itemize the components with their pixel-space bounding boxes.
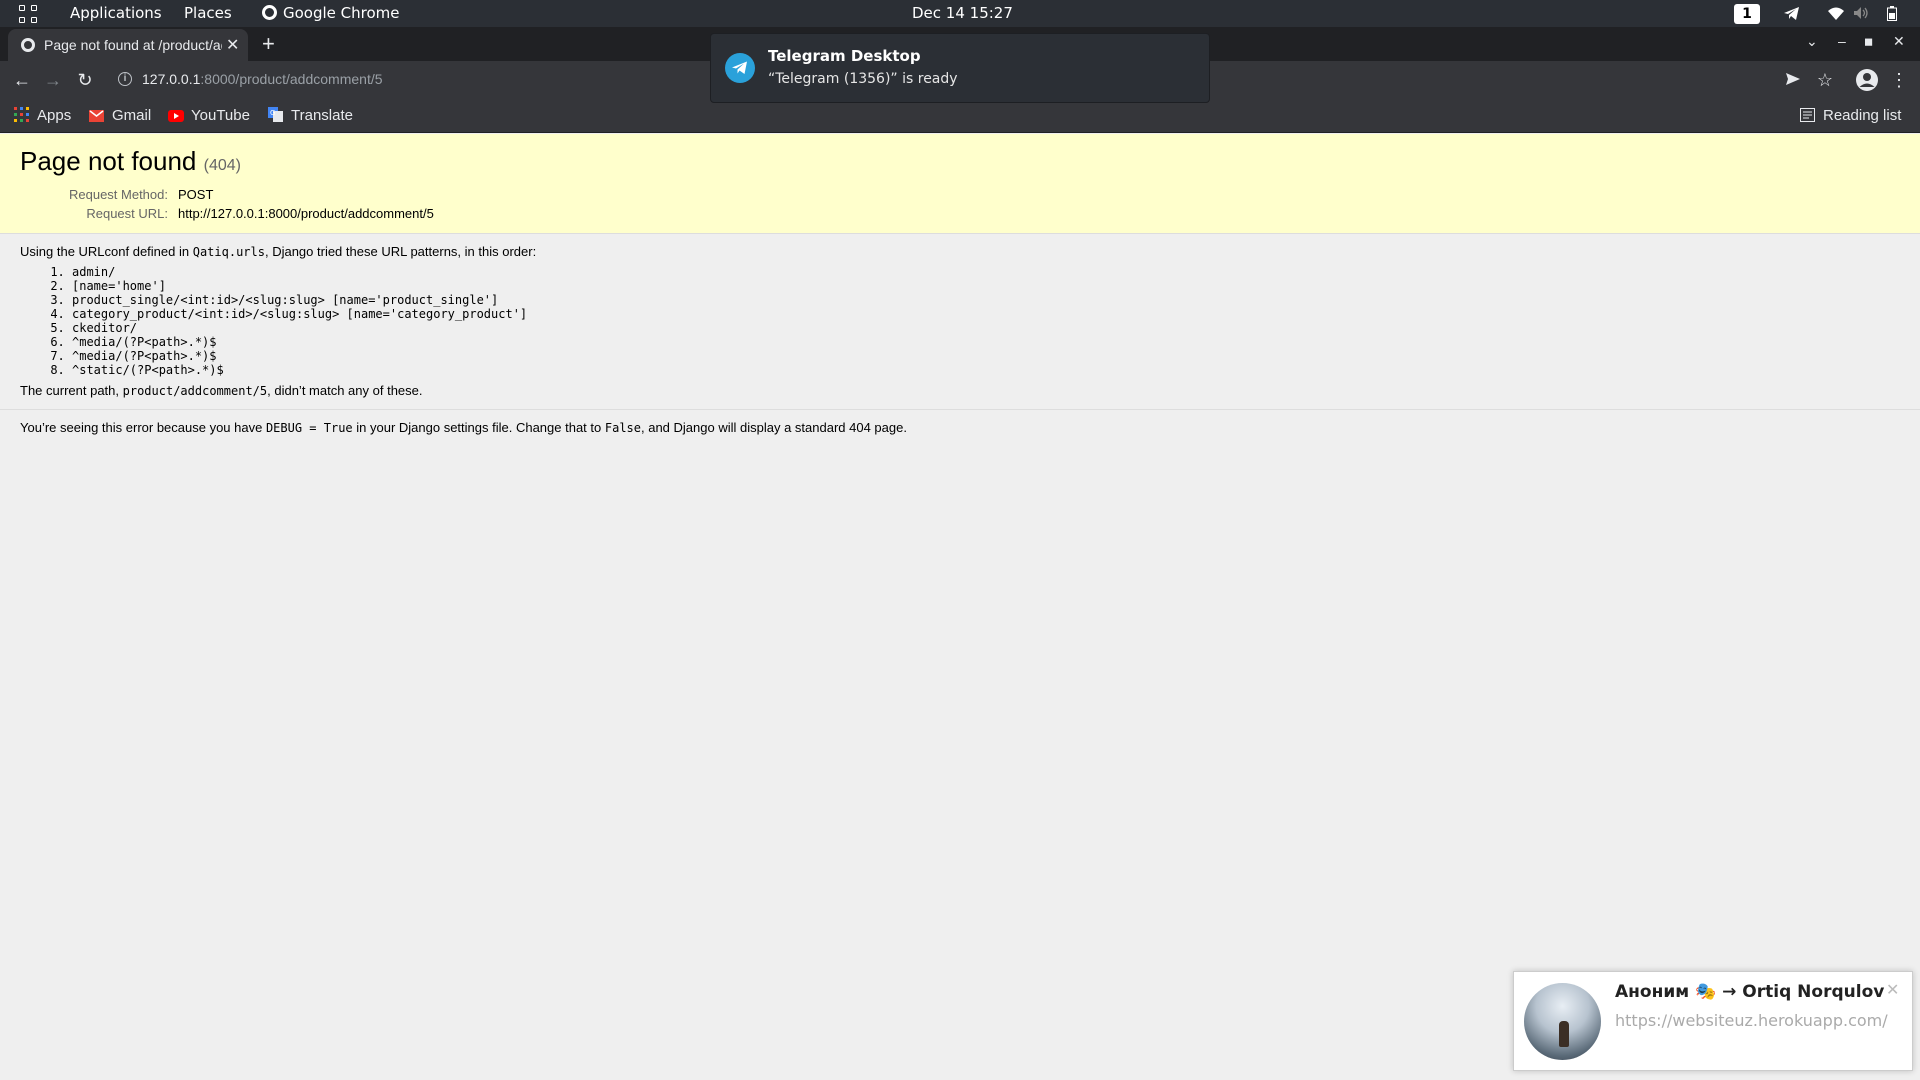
current-text: , didn’t match any of these.	[267, 383, 423, 398]
bookmark-gmail-label: Gmail	[112, 107, 152, 124]
applications-menu[interactable]: Applications	[70, 0, 162, 27]
profile-avatar[interactable]	[1855, 68, 1879, 92]
volume-icon[interactable]	[1852, 4, 1870, 22]
telegram-notification[interactable]: Telegram Desktop “Telegram (1356)” is re…	[710, 33, 1210, 103]
sender-avatar	[1524, 983, 1601, 1060]
bookmark-apps-label: Apps	[37, 107, 72, 124]
address-url[interactable]: 127.0.0.1:8000/product/addcomment/5	[142, 71, 383, 87]
maximize-button[interactable]: ◼	[1864, 35, 1873, 48]
meta-row-method: Request Method: POST	[20, 187, 1900, 206]
minimize-button[interactable]: –	[1838, 33, 1846, 49]
status-code: (404)	[203, 157, 241, 174]
meta-value: POST	[178, 187, 214, 202]
chrome-menu-icon[interactable]: ⋮	[1889, 70, 1909, 90]
bookmark-apps[interactable]: Apps	[14, 106, 71, 126]
bookmark-gmail[interactable]: Gmail	[89, 106, 151, 126]
bookmark-youtube-label: YouTube	[191, 107, 250, 124]
tab-close-icon[interactable]: ✕	[226, 35, 239, 55]
push-close-icon[interactable]: ✕	[1886, 980, 1899, 1000]
request-meta: Request Method: POST Request URL: http://1…	[20, 187, 1900, 225]
system-top-bar: Applications Places Google Chrome Dec 14…	[0, 0, 1920, 27]
urlconf-intro: Using the URLconf defined in Qatiq.urls,…	[20, 244, 1900, 259]
url-pattern: admin/	[72, 265, 1900, 279]
meta-key: Request Method:	[68, 187, 168, 202]
notification-body: “Telegram (1356)” is ready	[768, 71, 958, 87]
gmail-icon	[89, 108, 104, 123]
url-pattern: ^media/(?P<path>.*)$	[72, 349, 1900, 363]
notification-title: Telegram Desktop	[768, 47, 921, 65]
back-button[interactable]: ←	[12, 70, 32, 90]
push-url[interactable]: https://websiteuz.herokuapp.com/	[1615, 1011, 1888, 1030]
wifi-icon[interactable]	[1827, 4, 1845, 22]
debug-setting: DEBUG = True	[265, 421, 353, 435]
url-pattern: [name='home']	[72, 279, 1900, 293]
tab-search-icon[interactable]: ⌄	[1806, 33, 1818, 50]
explanation-text: You’re seeing this error because you hav…	[20, 420, 1900, 435]
places-menu[interactable]: Places	[184, 0, 232, 27]
meta-key: Request URL:	[86, 206, 168, 221]
youtube-icon	[168, 108, 184, 123]
bookmark-translate-label: Translate	[291, 107, 353, 124]
bookmark-youtube[interactable]: YouTube	[168, 106, 250, 126]
page-title: Page not found (404)	[20, 146, 1900, 177]
page-favicon	[21, 38, 35, 52]
site-info-icon[interactable]: i	[118, 72, 132, 86]
urlconf-module: Qatiq.urls	[192, 245, 265, 259]
app-grid-icon[interactable]	[19, 5, 37, 23]
url-pattern: ^static/(?P<path>.*)$	[72, 363, 1900, 377]
clock[interactable]: Dec 14 15:27	[912, 0, 1013, 27]
workspace-indicator[interactable]: 1	[1734, 4, 1760, 24]
tab-active[interactable]: Page not found at /product/addcomment/5 …	[8, 29, 248, 61]
urlconf-info: Using the URLconf defined in Qatiq.urls,…	[0, 234, 1920, 410]
meta-row-url: Request URL: http://127.0.0.1:8000/produc…	[20, 206, 1900, 225]
url-pattern: product_single/<int:id>/<slug:slug> [nam…	[72, 293, 1900, 307]
push-title: Аноним 🎭 → Ortiq Norqulov	[1615, 982, 1885, 1002]
svg-text:G: G	[270, 109, 275, 117]
reading-list-label: Reading list	[1823, 107, 1902, 124]
url-pattern: ckeditor/	[72, 321, 1900, 335]
active-app-label: Google Chrome	[283, 4, 400, 22]
push-notification[interactable]: Аноним 🎭 → Ortiq Norqulov https://websit…	[1513, 971, 1913, 1071]
bookmark-star-icon[interactable]: ☆	[1815, 70, 1835, 90]
battery-icon[interactable]	[1883, 4, 1901, 22]
reading-list-icon	[1800, 108, 1815, 123]
telegram-tray-icon[interactable]	[1782, 4, 1800, 22]
telegram-icon	[725, 53, 755, 83]
error-title: Page not found	[20, 146, 197, 176]
url-patterns-list: admin/ [name='home'] product_single/<int…	[72, 265, 1900, 377]
url-pattern: category_product/<int:id>/<slug:slug> [n…	[72, 307, 1900, 321]
bookmark-translate[interactable]: G Translate	[268, 106, 353, 126]
error-summary: Page not found (404) Request Method: POST…	[0, 134, 1920, 234]
meta-value: http://127.0.0.1:8000/product/addcomment…	[178, 206, 434, 221]
url-pattern: ^media/(?P<path>.*)$	[72, 335, 1900, 349]
page-content: Page not found (404) Request Method: POST…	[0, 134, 1920, 1080]
current-text: The current path,	[20, 383, 123, 398]
new-tab-button[interactable]: +	[262, 31, 275, 57]
current-path-message: The current path, product/addcomment/5, …	[20, 383, 1900, 398]
intro-text: , Django tried these URL patterns, in th…	[264, 244, 537, 259]
expl-text: You’re seeing this error because you hav…	[20, 420, 266, 435]
window-close-button[interactable]: ✕	[1893, 33, 1905, 50]
false-value: False	[604, 421, 641, 435]
translate-icon: G	[268, 107, 283, 122]
send-tab-icon[interactable]	[1783, 70, 1803, 90]
intro-text: Using the URLconf defined in	[20, 244, 193, 259]
active-app-menu[interactable]: Google Chrome	[262, 0, 400, 27]
chrome-icon	[262, 5, 277, 20]
expl-text: , and Django will display a standard 404…	[641, 420, 907, 435]
bookmarks-bar: Apps Gmail YouTube G Translate Reading l…	[0, 99, 1920, 133]
expl-text: in your Django settings file. Change tha…	[352, 420, 605, 435]
tab-title: Page not found at /product/addcomment/5	[44, 37, 222, 53]
url-path: :8000/product/addcomment/5	[200, 71, 383, 87]
forward-button[interactable]: →	[43, 70, 63, 90]
apps-grid-icon	[14, 107, 29, 122]
reading-list-button[interactable]: Reading list	[1800, 106, 1901, 126]
current-path: product/addcomment/5	[122, 384, 268, 398]
url-host: 127.0.0.1	[142, 71, 201, 87]
reload-button[interactable]: ↻	[75, 70, 95, 90]
debug-explanation: You’re seeing this error because you hav…	[0, 410, 1920, 445]
